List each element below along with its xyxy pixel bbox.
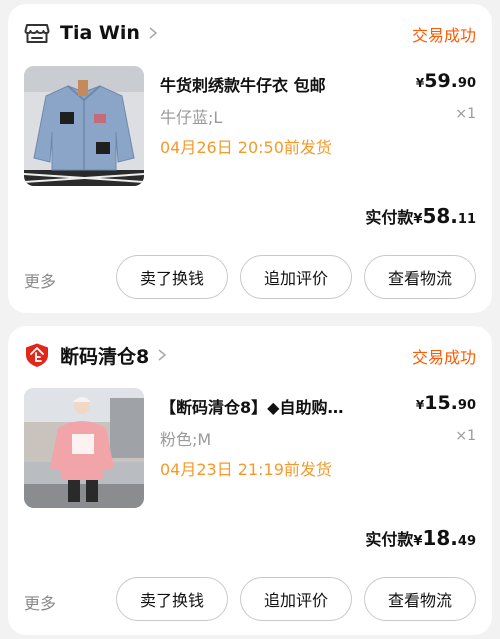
chevron-right-icon bbox=[146, 26, 160, 40]
order-status: 交易成功 bbox=[411, 26, 476, 45]
view-logistics-button[interactable]: 查看物流 bbox=[364, 577, 476, 621]
quantity: ×1 bbox=[455, 428, 476, 444]
shipping-note: 04月26日 20:50前发货 bbox=[160, 138, 332, 157]
shop-name: 断码清仓8 bbox=[60, 345, 150, 368]
sell-button[interactable]: 卖了换钱 bbox=[116, 577, 228, 621]
product-variant: 牛仔蓝;L bbox=[160, 108, 223, 127]
paid-decimal: 49 bbox=[457, 534, 476, 549]
more-link[interactable]: 更多 bbox=[24, 590, 56, 614]
product-image[interactable] bbox=[24, 66, 144, 186]
currency-symbol: ¥ bbox=[415, 76, 425, 90]
more-link[interactable]: 更多 bbox=[24, 268, 56, 292]
paid-amount: 实付款¥18.49 bbox=[365, 526, 476, 550]
add-review-button[interactable]: 追加评价 bbox=[240, 577, 352, 621]
quantity: ×1 bbox=[455, 106, 476, 122]
price-integer: 15. bbox=[424, 392, 458, 414]
add-review-button[interactable]: 追加评价 bbox=[240, 255, 352, 299]
price-decimal: 90 bbox=[457, 398, 476, 413]
enterprise-shield-icon bbox=[24, 342, 50, 368]
shop-header[interactable]: Tia Win bbox=[24, 18, 160, 48]
paid-integer: 18. bbox=[422, 526, 458, 550]
paid-label: 实付款 bbox=[365, 530, 414, 549]
paid-label: 实付款 bbox=[365, 208, 414, 227]
order-card[interactable]: Tia Win 交易成功 牛货刺绣款牛仔衣 包邮 牛仔蓝;L 04月26日 20… bbox=[8, 4, 492, 313]
product-title[interactable]: 牛货刺绣款牛仔衣 包邮 bbox=[160, 72, 400, 96]
price-integer: 59. bbox=[424, 70, 458, 92]
product-image[interactable] bbox=[24, 388, 144, 508]
price-decimal: 90 bbox=[457, 76, 476, 91]
paid-amount: 实付款¥58.11 bbox=[365, 204, 476, 228]
unit-price: ¥15.90 bbox=[416, 392, 476, 414]
sell-button[interactable]: 卖了换钱 bbox=[116, 255, 228, 299]
shop-header[interactable]: 断码清仓8 bbox=[24, 340, 169, 370]
shop-name: Tia Win bbox=[60, 22, 140, 44]
order-status: 交易成功 bbox=[411, 348, 476, 367]
product-variant: 粉色;M bbox=[160, 430, 212, 449]
unit-price: ¥59.90 bbox=[416, 70, 476, 92]
order-card[interactable]: 断码清仓8 交易成功 【断码清仓8】◆自助购… 粉色;M 04月23日 21:1… bbox=[8, 326, 492, 635]
chevron-right-icon bbox=[155, 348, 169, 362]
currency-symbol: ¥ bbox=[415, 398, 425, 412]
product-title[interactable]: 【断码清仓8】◆自助购… bbox=[160, 394, 400, 418]
paid-decimal: 11 bbox=[457, 212, 476, 227]
store-icon bbox=[24, 20, 50, 46]
view-logistics-button[interactable]: 查看物流 bbox=[364, 255, 476, 299]
shipping-note: 04月23日 21:19前发货 bbox=[160, 460, 332, 479]
paid-integer: 58. bbox=[422, 204, 458, 228]
